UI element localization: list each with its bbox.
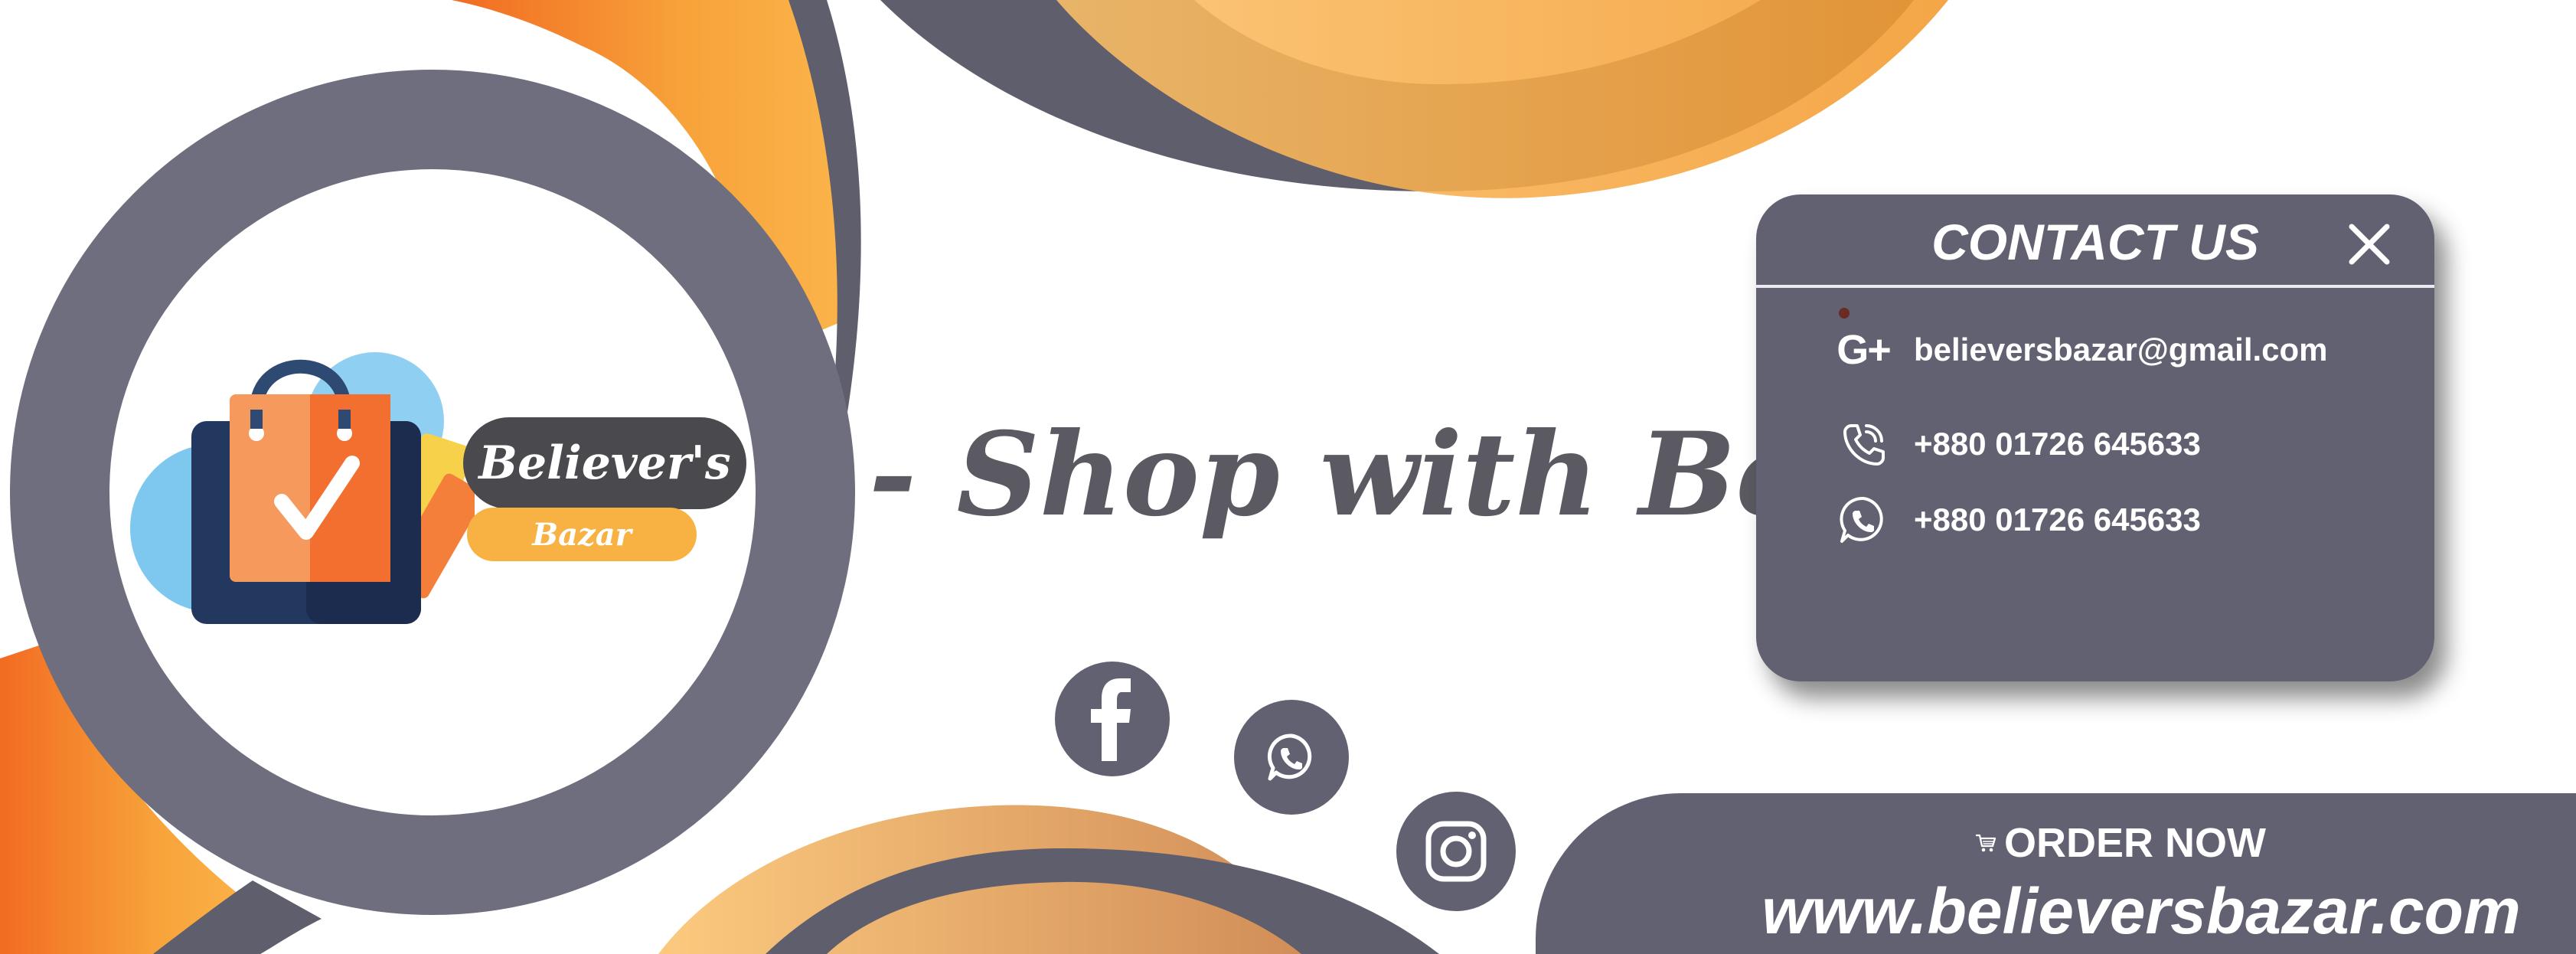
close-icon[interactable] [2343,217,2396,271]
tagline: - Shop with Believe [869,407,2109,542]
decor-dot [1839,308,1850,319]
order-now-button[interactable]: ORDER NOW [1975,816,2266,870]
facebook-button[interactable] [1055,662,1170,776]
instagram-icon [1425,821,1487,882]
logo-name-pill: Believer's [463,417,746,509]
logo-line2: Bazar [532,516,632,553]
shopping-bag-icon [130,352,475,624]
contact-whatsapp-row[interactable]: +880 01726 645633 [1833,489,2414,551]
order-now-label: ORDER NOW [2004,820,2266,866]
banner: Believer's Bazar - Shop with Believe CON… [0,0,2576,954]
logo-line1: Believer's [478,436,731,490]
contact-email-row[interactable]: G+ believersbazar@gmail.com [1833,319,2414,381]
google-plus-icon: G+ [1833,319,1894,381]
cart-icon [1975,834,1996,852]
facebook-icon [1091,678,1131,761]
phone-icon [1833,413,1894,475]
website-link[interactable]: www.believersbazar.com [1753,873,2520,949]
orange-arc-top [1056,0,1948,198]
google-plus-glyph: G+ [1837,327,1892,373]
logo-sub-pill: Bazar [467,508,697,561]
contact-card: CONTACT US G+ believersbazar@gmail.com +… [1756,194,2434,681]
whatsapp-button[interactable] [1234,700,1349,815]
whatsapp-icon [1833,489,1894,551]
divider [1756,285,2434,288]
contact-phone-row[interactable]: +880 01726 645633 [1833,413,2414,475]
website-url[interactable]: www.believersbazar.com [1761,874,2520,949]
brand-logo: Believer's Bazar [122,337,750,643]
contact-phone[interactable]: +880 01726 645633 [1914,426,2201,462]
contact-title: CONTACT US [1931,214,2259,270]
whatsapp-icon [1267,733,1312,781]
instagram-button[interactable] [1396,792,1516,911]
contact-whatsapp[interactable]: +880 01726 645633 [1914,502,2201,538]
contact-email[interactable]: believersbazar@gmail.com [1914,332,2328,368]
